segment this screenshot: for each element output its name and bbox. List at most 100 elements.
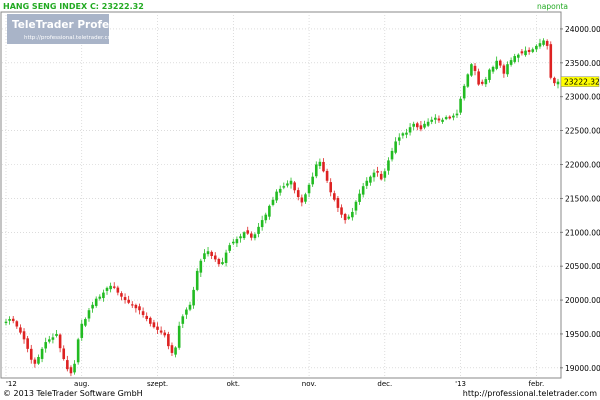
candle-body bbox=[253, 234, 257, 239]
candle-body bbox=[246, 230, 250, 234]
candle-body bbox=[462, 85, 466, 99]
footer-url[interactable]: http://professional.teletrader.com bbox=[463, 389, 597, 398]
y-tick-label: 20000.00 bbox=[565, 296, 600, 305]
y-tick-label: 19000.00 bbox=[565, 364, 600, 373]
candle-body bbox=[495, 60, 498, 69]
y-tick-label: 22000.00 bbox=[565, 161, 600, 170]
candle-body bbox=[177, 325, 181, 348]
candle-body bbox=[372, 172, 376, 178]
candle-body bbox=[484, 79, 488, 85]
candle-body bbox=[105, 287, 109, 291]
candle-body bbox=[340, 207, 343, 215]
candle-body bbox=[76, 339, 80, 363]
candle-body bbox=[513, 56, 517, 62]
candle-body bbox=[480, 81, 484, 84]
candle-body bbox=[376, 171, 379, 173]
candle-body bbox=[62, 348, 66, 360]
candle-body bbox=[4, 321, 8, 324]
footer-copyright: © 2013 TeleTrader Software GmbH bbox=[3, 389, 143, 398]
candle-body bbox=[149, 317, 152, 324]
candle-body bbox=[116, 287, 120, 293]
candle-body bbox=[120, 293, 123, 297]
candle-body bbox=[231, 241, 235, 244]
candle-body bbox=[271, 199, 275, 205]
candle-body bbox=[506, 64, 509, 75]
candle-body bbox=[29, 348, 33, 360]
candle-body bbox=[19, 327, 22, 333]
candle-body bbox=[430, 119, 434, 122]
candle-body bbox=[206, 251, 210, 255]
candle-body bbox=[199, 260, 203, 273]
candle-body bbox=[379, 173, 383, 180]
candle-body bbox=[109, 285, 112, 290]
x-tick-label: '12 bbox=[6, 380, 17, 388]
last-price-label: 23222.32 bbox=[564, 78, 600, 87]
y-tick-label: 23500.00 bbox=[565, 59, 600, 68]
candle-body bbox=[527, 49, 531, 52]
candle-body bbox=[192, 289, 195, 306]
candle-body bbox=[181, 316, 185, 324]
candle-body bbox=[250, 233, 253, 238]
candle-body bbox=[170, 345, 174, 353]
candle-body bbox=[138, 306, 141, 311]
candle-body bbox=[455, 113, 459, 116]
candle-body bbox=[40, 348, 44, 359]
candle-body bbox=[336, 197, 340, 208]
candle-body bbox=[242, 232, 246, 239]
candle-body bbox=[545, 40, 549, 46]
candle-body bbox=[556, 81, 560, 85]
candle-body bbox=[275, 191, 278, 201]
candle-body bbox=[22, 331, 26, 340]
candle-body bbox=[69, 367, 73, 374]
candle-body bbox=[80, 323, 84, 338]
candle-body bbox=[423, 123, 426, 128]
candle-body bbox=[11, 318, 15, 322]
candle-body bbox=[549, 44, 553, 78]
x-tick-label: szept. bbox=[147, 380, 168, 388]
candle-body bbox=[257, 226, 260, 234]
candle-body bbox=[441, 119, 444, 122]
candle-body bbox=[188, 304, 192, 310]
x-tick-label: dec. bbox=[377, 380, 392, 388]
candle-body bbox=[459, 98, 462, 113]
candle-body bbox=[387, 160, 390, 171]
candle-body bbox=[102, 292, 105, 299]
candle-body bbox=[358, 193, 361, 202]
y-tick-label: 21000.00 bbox=[565, 228, 600, 237]
candle-body bbox=[415, 123, 419, 128]
candle-body bbox=[304, 194, 307, 202]
candle-body bbox=[426, 121, 430, 126]
candle-body bbox=[347, 216, 351, 219]
watermark-brand: TeleTrader Professional bbox=[12, 19, 151, 31]
candle-body bbox=[51, 337, 55, 340]
candlestick-chart[interactable]: HANG SENG INDEX C: 23222.32 naponta Tele… bbox=[0, 0, 600, 400]
candle-body bbox=[58, 334, 62, 349]
candle-body bbox=[293, 182, 296, 191]
candle-body bbox=[55, 333, 58, 336]
candle-body bbox=[217, 259, 221, 265]
candle-body bbox=[37, 356, 40, 364]
candle-body bbox=[314, 164, 318, 177]
period-label: naponta bbox=[537, 2, 568, 11]
candle-body bbox=[228, 245, 231, 251]
candle-body bbox=[130, 304, 134, 306]
y-tick-label: 19500.00 bbox=[565, 330, 600, 339]
candle-body bbox=[8, 319, 11, 321]
y-tick-label: 22500.00 bbox=[565, 127, 600, 136]
candle-body bbox=[159, 330, 163, 333]
candle-body bbox=[239, 236, 242, 239]
candle-body bbox=[538, 43, 542, 47]
candle-body bbox=[491, 66, 495, 72]
candle-body bbox=[498, 60, 502, 66]
candle-body bbox=[517, 54, 520, 58]
candle-body bbox=[354, 201, 358, 211]
x-tick-label: okt. bbox=[227, 380, 240, 388]
candle-body bbox=[419, 125, 423, 130]
candle-body bbox=[87, 310, 91, 319]
candle-body bbox=[91, 304, 94, 309]
candle-body bbox=[520, 51, 524, 54]
candle-body bbox=[473, 65, 477, 71]
candle-body bbox=[535, 45, 538, 50]
candle-body bbox=[307, 184, 311, 194]
candle-body bbox=[531, 49, 535, 52]
